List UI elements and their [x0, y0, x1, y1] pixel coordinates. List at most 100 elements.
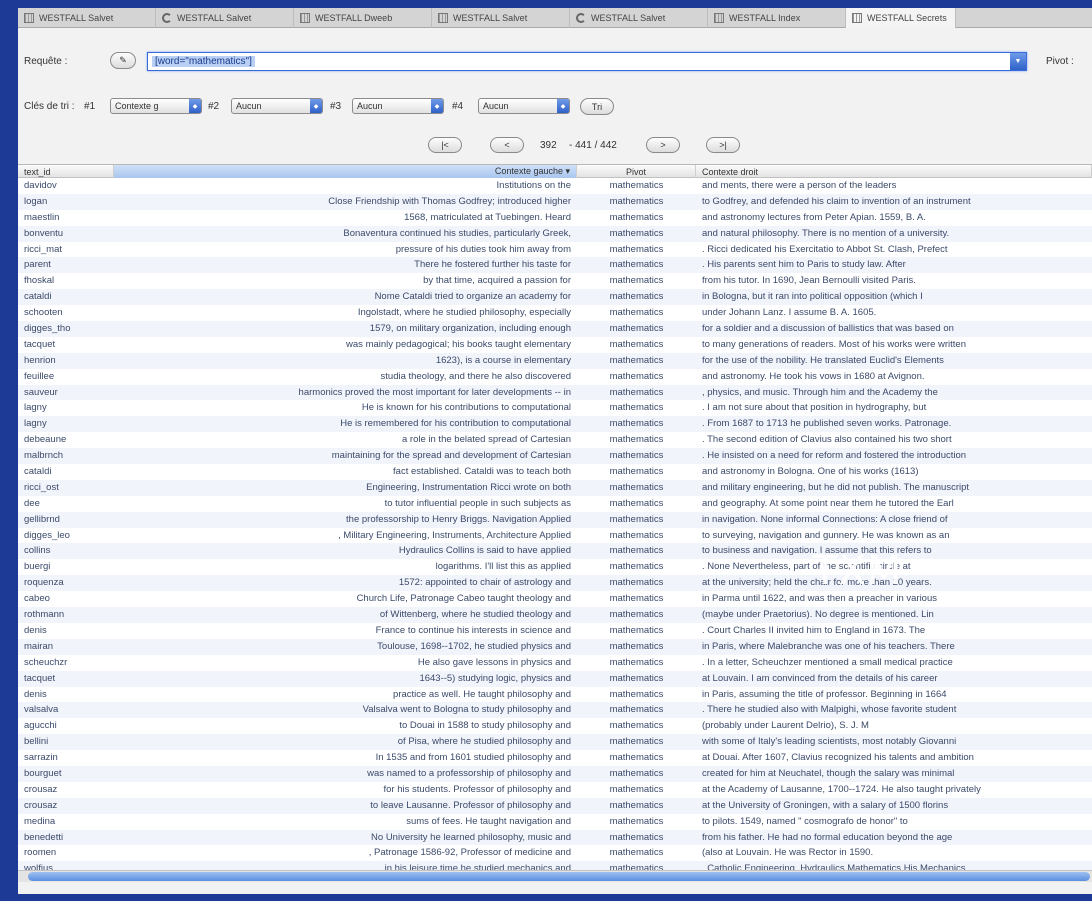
cell-pivot: mathematics	[609, 736, 664, 748]
editor-tab-label: WESTFALL Salvet	[591, 13, 666, 23]
table-row[interactable]: benedetti No University he learned philos…	[18, 829, 1092, 846]
query-input[interactable]: [word="mathematics"] ▼	[147, 52, 1027, 71]
sort-keys-row: Clés de tri : #1 Contexte g ◆ #2 Aucun ◆…	[18, 98, 1092, 120]
table-row[interactable]: schooten Ingolstadt, where he studied phi…	[18, 305, 1092, 321]
cell-right-context: and military engineering, but he did not…	[702, 481, 970, 493]
table-row[interactable]: crousaz to leave Lausanne. Professor of p…	[18, 797, 1092, 814]
table-row[interactable]: maestlin 1568, matriculated at Tuebingen.…	[18, 210, 1092, 226]
table-row[interactable]: agucchi to Douai in 1588 to study philoso…	[18, 718, 1092, 734]
cell-text-id: denis	[24, 688, 47, 700]
cell-right-context: to many generations of readers. Most of …	[702, 338, 967, 350]
table-row[interactable]: roquenza 1572: appointed to chair of astr…	[18, 575, 1092, 592]
table-row[interactable]: crousaz for his students. Professor of ph…	[18, 782, 1092, 798]
cell-left-context: 1623), is a course in elementary	[435, 354, 571, 366]
sort-key-4-select[interactable]: Aucun ◆	[478, 98, 570, 114]
table-row[interactable]: dee to tutor influential people in such s…	[18, 496, 1092, 512]
table-row[interactable]: tacquet 1643--5) studying logic, physics …	[18, 670, 1092, 687]
previous-page-button[interactable]: <	[490, 137, 524, 153]
sort-key-2-select[interactable]: Aucun ◆	[231, 98, 323, 114]
table-row[interactable]: bourguet was named to a professorship of …	[18, 765, 1092, 782]
cell-pivot: mathematics	[609, 545, 664, 557]
cell-pivot: mathematics	[609, 672, 664, 684]
table-row[interactable]: digges_tho 1579, on military organization…	[18, 321, 1092, 337]
table-row[interactable]: parent There he fostered further his tast…	[18, 257, 1092, 274]
table-row[interactable]: valsalva Valsalva went to Bologna to stud…	[18, 702, 1092, 719]
table-row[interactable]: digges_leo , Military Engineering, Instru…	[18, 528, 1092, 544]
table-row[interactable]: fhoskal by that time, acquired a passion …	[18, 273, 1092, 289]
cell-right-context: in Paris, assuming the title of professo…	[702, 688, 947, 700]
query-history-dropdown[interactable]: ▼	[1010, 53, 1026, 70]
cell-pivot: mathematics	[609, 195, 664, 207]
table-row[interactable]: medina sums of fees. He taught navigation…	[18, 814, 1092, 830]
table-row[interactable]: henrion 1623), is a course in elementary m…	[18, 352, 1092, 369]
table-icon	[714, 13, 724, 23]
cell-right-context: . I am not sure about that position in h…	[702, 402, 927, 414]
table-row[interactable]: rothmann of Wittenberg, where he studied …	[18, 607, 1092, 623]
table-row[interactable]: sauveur harmonics proved the most importa…	[18, 384, 1092, 401]
page-range-text: - 441 / 442	[569, 140, 617, 151]
column-header-left-context[interactable]: Contexte gauche ▾	[114, 165, 577, 178]
first-page-button[interactable]: |<	[428, 137, 462, 153]
editor-tab[interactable]: WESTFALL Secrets	[846, 8, 956, 28]
sort-button[interactable]: Tri	[580, 98, 614, 115]
table-row[interactable]: cabeo Church Life, Patronage Cabeo taught…	[18, 591, 1092, 607]
cell-left-context: Engineering, Instrumentation Ricci wrote…	[366, 481, 571, 493]
next-page-button[interactable]: >	[646, 137, 680, 153]
table-row[interactable]: logan Close Friendship with Thomas Godfre…	[18, 193, 1092, 210]
table-row[interactable]: ricci_ost Engineering, Instrumentation Ri…	[18, 479, 1092, 496]
table-row[interactable]: bonventu Bonaventura continued his studie…	[18, 225, 1092, 242]
table-row[interactable]: malbrnch maintaining for the spread and d…	[18, 448, 1092, 465]
cell-left-context: He is remembered for his contribution to…	[340, 418, 571, 430]
table-icon	[24, 13, 34, 23]
last-page-button[interactable]: >|	[706, 137, 740, 153]
table-row[interactable]: gellibrnd the professorship to Henry Brig…	[18, 511, 1092, 528]
sort-key-1-select[interactable]: Contexte g ◆	[110, 98, 202, 114]
column-header-text-id[interactable]: text_id	[18, 165, 114, 178]
table-header: text_id Contexte gauche ▾ Pivot Contexte…	[18, 165, 1092, 178]
scrollbar-thumb[interactable]	[28, 872, 1090, 881]
editor-tab[interactable]: WESTFALL Salvet	[156, 8, 294, 28]
cell-left-context: by that time, acquired a passion for	[423, 275, 571, 287]
table-row[interactable]: denis practice as well. He taught philoso…	[18, 687, 1092, 703]
cell-pivot: mathematics	[609, 211, 664, 223]
table-row[interactable]: bellini of Pisa, where he studied philoso…	[18, 734, 1092, 751]
table-row[interactable]: collins Hydraulics Collins is said to hav…	[18, 543, 1092, 560]
editor-tab[interactable]: WESTFALL Salvet	[432, 8, 570, 28]
cell-left-context: sums of fees. He taught navigation and	[406, 815, 571, 827]
horizontal-scrollbar[interactable]	[18, 870, 1092, 882]
editor-tab[interactable]: WESTFALL Salvet	[570, 8, 708, 28]
sort-key-2-label: #2	[208, 101, 220, 112]
editor-tab[interactable]: WESTFALL Dweeb	[294, 8, 432, 28]
table-row[interactable]: lagny He is remembered for his contributi…	[18, 416, 1092, 433]
cell-right-context: . The second edition of Clavius also con…	[702, 434, 952, 446]
table-row[interactable]: roomen , Patronage 1586-92, Professor of …	[18, 845, 1092, 861]
editor-tab[interactable]: WESTFALL Index	[708, 8, 846, 28]
cell-left-context: 1572: appointed to chair of astrology an…	[398, 577, 571, 589]
sort-key-3-label: #3	[330, 101, 342, 112]
table-row[interactable]: debeaune a role in the belated spread of …	[18, 432, 1092, 448]
cell-right-context: to Godfrey, and defended his claim to in…	[702, 195, 971, 207]
table-row[interactable]: sarrazin In 1535 and from 1601 studied ph…	[18, 750, 1092, 766]
cell-pivot: mathematics	[609, 243, 664, 255]
table-row[interactable]: cataldi Nome Cataldi tried to organize an…	[18, 289, 1092, 306]
column-header-pivot[interactable]: Pivot	[577, 165, 696, 178]
table-row[interactable]: scheuchzr He also gave lessons in physics…	[18, 655, 1092, 671]
table-row[interactable]: tacquet was mainly pedagogical; his books…	[18, 337, 1092, 353]
editor-tab[interactable]: WESTFALL Salvet	[18, 8, 156, 28]
table-row[interactable]: lagny He is known for his contributions t…	[18, 400, 1092, 416]
table-row[interactable]: feuillee studia theology, and there he al…	[18, 369, 1092, 385]
table-row[interactable]: denis France to continue his interests in…	[18, 623, 1092, 639]
cell-left-context: He also gave lessons in physics and	[417, 656, 571, 668]
column-header-right-context[interactable]: Contexte droit	[696, 165, 1092, 178]
query-assist-button[interactable]: ✎	[110, 52, 136, 69]
sort-key-3-select[interactable]: Aucun ◆	[352, 98, 444, 114]
table-row[interactable]: cataldi fact established. Cataldi was to …	[18, 464, 1092, 480]
table-row[interactable]: ricci_mat pressure of his duties took him…	[18, 242, 1092, 258]
sort-keys-label: Clés de tri :	[24, 101, 75, 112]
cell-left-context: to tutor influential people in such subj…	[384, 497, 571, 509]
table-row[interactable]: davidov Institutions on the mathematics and…	[18, 178, 1092, 194]
cell-text-id: digges_leo	[24, 529, 70, 541]
table-row[interactable]: buergi logarithms. I'll list this as appl…	[18, 559, 1092, 575]
table-row[interactable]: mairan Toulouse, 1698--1702, he studied p…	[18, 638, 1092, 655]
cell-left-context: fact established. Cataldi was to teach b…	[393, 466, 571, 478]
